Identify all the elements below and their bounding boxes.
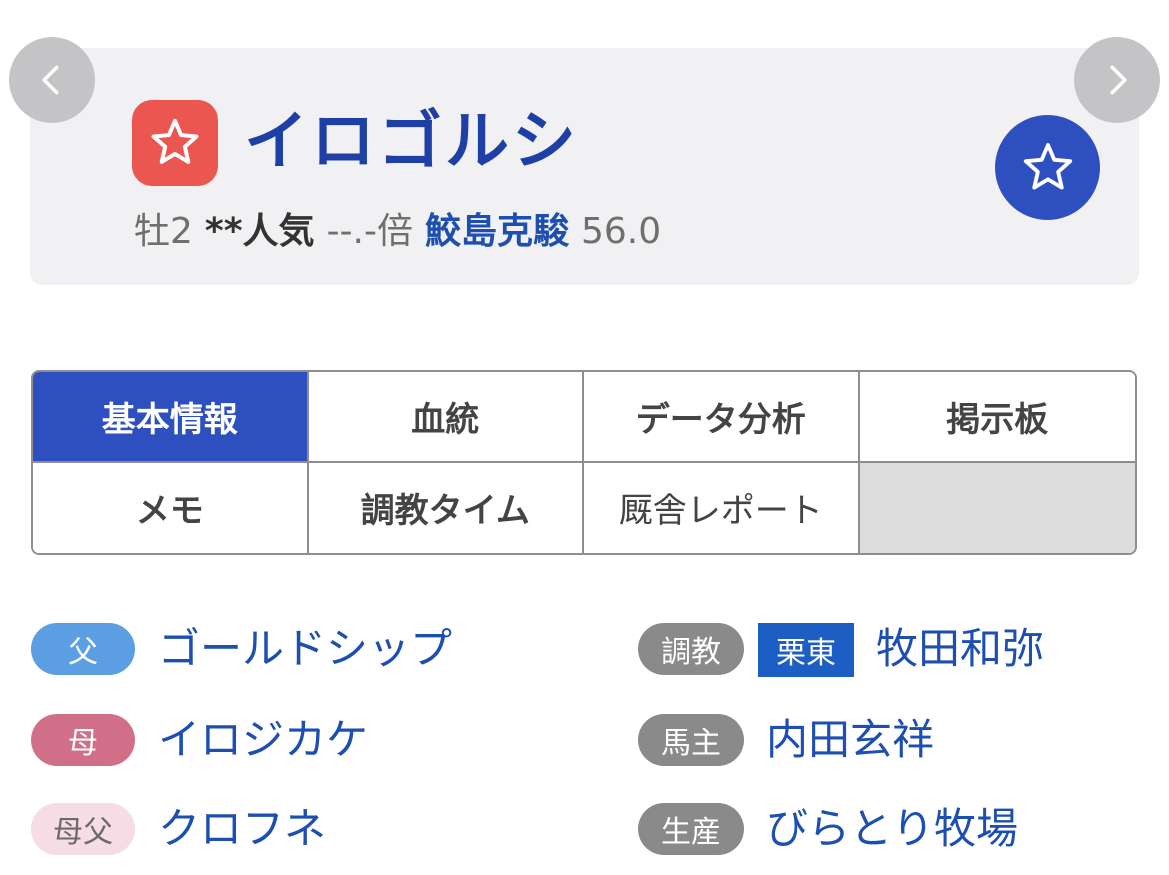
favorite-button[interactable] xyxy=(995,115,1100,220)
weight: 56.0 xyxy=(581,211,662,252)
trainer-label-pill: 調教 xyxy=(638,623,744,675)
star-outline-icon xyxy=(151,118,199,164)
tab-stable-report[interactable]: 厩舎レポート xyxy=(584,462,860,553)
trainer-region-badge: 栗東 xyxy=(758,623,854,677)
previous-horse-button[interactable] xyxy=(9,37,95,123)
tab-grid: 基本情報 血統 データ分析 掲示板 メモ 調教タイム 厩舎レポート xyxy=(31,370,1137,555)
tab-pedigree[interactable]: 血統 xyxy=(308,372,584,463)
next-horse-button[interactable] xyxy=(1074,37,1160,123)
sire-link[interactable]: ゴールドシップ xyxy=(158,621,452,677)
tab-data-analysis[interactable]: データ分析 xyxy=(584,372,860,463)
horse-info-line: 牡2 **人気 --.-倍 鮫島克駿 56.0 xyxy=(134,207,673,257)
trainer-link[interactable]: 牧田和弥 xyxy=(876,621,1044,677)
horse-mark-badge[interactable] xyxy=(132,100,218,186)
damsire-link[interactable]: クロフネ xyxy=(158,801,326,857)
damsire-label-pill: 母父 xyxy=(31,803,135,855)
odds: --.-倍 xyxy=(326,211,413,252)
horse-name: イロゴルシ xyxy=(244,105,579,179)
dam-link[interactable]: イロジカケ xyxy=(158,712,368,768)
popularity: **人気 xyxy=(204,211,315,252)
dam-label-pill: 母 xyxy=(31,714,135,766)
tab-bulletin-board[interactable]: 掲示板 xyxy=(859,372,1135,463)
sire-label-pill: 父 xyxy=(31,623,135,675)
sex-age: 牡2 xyxy=(134,211,193,252)
chevron-right-icon xyxy=(1110,65,1127,95)
owner-link[interactable]: 内田玄祥 xyxy=(766,712,934,768)
tab-empty-cell xyxy=(859,462,1135,553)
tab-basic-info[interactable]: 基本情報 xyxy=(33,372,309,463)
owner-label-pill: 馬主 xyxy=(638,714,744,766)
breeder-label-pill: 生産 xyxy=(638,803,744,855)
tab-training-time[interactable]: 調教タイム xyxy=(308,462,584,553)
chevron-left-icon xyxy=(42,65,59,95)
jockey-link[interactable]: 鮫島克駿 xyxy=(425,211,569,252)
tab-memo[interactable]: メモ xyxy=(33,462,309,553)
star-outline-icon xyxy=(1023,142,1072,190)
breeder-link[interactable]: びらとり牧場 xyxy=(766,801,1018,857)
